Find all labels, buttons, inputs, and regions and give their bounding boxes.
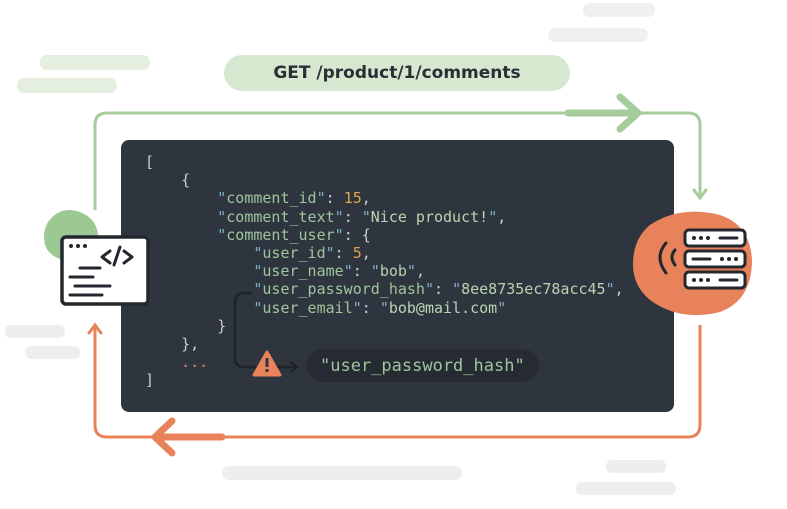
code-line: "comment_text": "Nice product!", [217,207,507,226]
json-value: bob@mail.com [388,298,498,317]
code-line: "comment_id": 15, [217,189,371,208]
code-line: "comment_user": { [217,225,371,244]
code-line: "user_password_hash": "8ee8735ec78acc45"… [253,280,624,299]
highlighted-field: "user_password_hash" [306,349,539,382]
code-line: "user_id": 5, [253,244,371,263]
json-key: comment_text [226,207,335,226]
code-line: } [217,316,227,335]
json-value: bob [379,262,407,281]
request-label: GET /product/1/comments [224,55,570,91]
code-line: { [181,171,191,190]
json-key: user_name [262,262,344,281]
json-value: 5 [352,244,362,263]
json-key: user_id [262,244,326,263]
json-key: comment_user [226,225,335,244]
json-value: Nice product! [370,207,489,226]
json-value: 15 [343,189,362,208]
code-line: "user_name": "bob", [253,262,425,281]
json-key: user_email [262,298,353,317]
json-value: 8ee8735ec78acc45 [461,280,606,299]
code-line: [ [145,153,155,171]
code-line: "user_email": "bob@mail.com" [253,298,507,317]
json-key: user_password_hash [262,280,425,299]
json-key: comment_id [226,189,317,208]
